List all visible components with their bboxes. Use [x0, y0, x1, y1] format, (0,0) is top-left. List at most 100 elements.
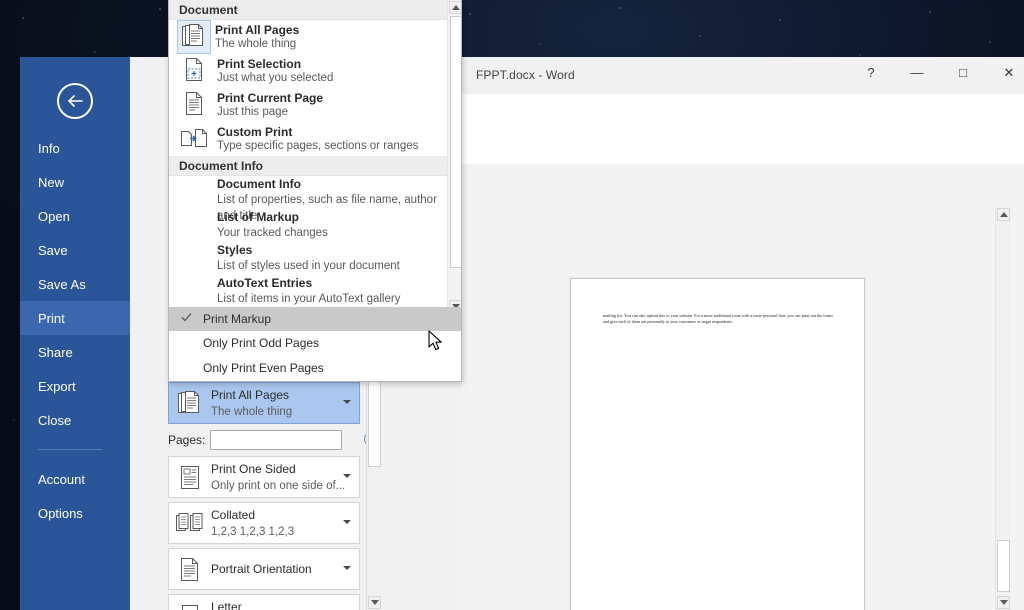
chevron-down-icon[interactable]: [343, 400, 351, 404]
dropdown-item-title: Custom Print: [217, 125, 293, 139]
print-sides-title: Print One Sided: [211, 462, 296, 476]
dropdown-toggle-label: Only Print Odd Pages: [203, 336, 320, 350]
print-all-pages-icon: [175, 388, 205, 420]
one-sided-icon: [175, 462, 205, 494]
dropdown-group-header-document: Document: [169, 0, 447, 20]
sidebar-item-new[interactable]: New: [20, 165, 130, 199]
dropdown-item-subtitle: Just what you selected: [217, 72, 334, 84]
preview-scroll-down-button[interactable]: [997, 596, 1010, 609]
maximize-button[interactable]: □: [940, 57, 986, 88]
close-button[interactable]: ✕: [986, 57, 1024, 88]
setting-orientation[interactable]: Portrait Orientation: [168, 548, 360, 590]
dropdown-item-title: Print Current Page: [217, 91, 324, 105]
collated-icon: [175, 508, 205, 540]
pages-field-row: Pages: i: [168, 428, 378, 452]
print-all-pages-icon: [177, 20, 211, 54]
preview-scrollbar[interactable]: [995, 207, 1010, 610]
preview-page-text: mailing list. You can also upload this t…: [603, 313, 833, 324]
dropdown-scrollbar[interactable]: [447, 0, 461, 314]
dropdown-item-subtitle: List of styles used in your document: [217, 260, 400, 272]
print-selection-icon: [177, 55, 213, 87]
dropdown-item-print-all-pages[interactable]: Print All Pages The whole thing: [169, 20, 447, 54]
chevron-down-icon[interactable]: [343, 474, 351, 478]
dropdown-scroll-up-button[interactable]: [449, 1, 461, 14]
sidebar-item-info[interactable]: Info: [20, 131, 130, 165]
help-button[interactable]: ?: [848, 57, 894, 88]
setting-print-sides[interactable]: Print One Sided Only print on one side o…: [168, 456, 360, 498]
print-range-title: Print All Pages: [211, 388, 290, 402]
minimize-button[interactable]: —: [894, 57, 940, 88]
chevron-down-icon: [999, 600, 1008, 605]
print-current-page-icon: [177, 89, 213, 121]
preview-scroll-thumb[interactable]: [997, 540, 1010, 592]
dropdown-item-document-info[interactable]: Document Info List of properties, such a…: [169, 176, 447, 222]
preview-page-sheet: mailing list. You can also upload this t…: [570, 278, 865, 610]
dropdown-toggle-label: Print Markup: [203, 312, 272, 326]
orientation-title: Portrait Orientation: [211, 562, 312, 576]
sidebar-item-save-as[interactable]: Save As: [20, 267, 130, 301]
chevron-up-icon: [451, 5, 460, 10]
setting-collation[interactable]: Collated 1,2,3 1,2,3 1,2,3: [168, 502, 360, 544]
dropdown-toggle-even-pages[interactable]: Only Print Even Pages: [169, 355, 461, 381]
backstage-navigation: Info New Open Save Save As Print Share E…: [20, 57, 130, 610]
sidebar-item-export[interactable]: Export: [20, 369, 130, 403]
backstage-body: mailing list. You can also upload this t…: [462, 94, 1024, 610]
print-settings-column: Print All Pages The whole thing Pages: i: [168, 382, 378, 610]
dropdown-item-title: AutoText Entries: [217, 276, 313, 290]
dropdown-item-subtitle: Just this page: [217, 106, 288, 118]
dropdown-toggle-odd-pages[interactable]: Only Print Odd Pages: [169, 331, 461, 355]
dropdown-item-autotext-entries[interactable]: AutoText Entries List of items in your A…: [169, 275, 447, 308]
collation-subtitle: 1,2,3 1,2,3 1,2,3: [211, 526, 295, 538]
dropdown-item-print-selection[interactable]: Print Selection Just what you selected: [169, 54, 447, 88]
dropdown-item-subtitle: Your tracked changes: [217, 227, 328, 239]
setting-paper-size[interactable]: Letter 8.5" x 11": [168, 594, 360, 610]
dropdown-item-styles[interactable]: Styles List of styles used in your docum…: [169, 242, 447, 275]
checkmark-icon: [181, 313, 192, 322]
dropdown-group-header-document-info: Document Info: [169, 156, 447, 176]
dropdown-item-title: Document Info: [217, 177, 301, 191]
sidebar-item-share[interactable]: Share: [20, 335, 130, 369]
chevron-down-icon[interactable]: [343, 520, 351, 524]
dropdown-item-subtitle: The whole thing: [215, 38, 297, 50]
dropdown-item-title: Print All Pages: [215, 23, 300, 37]
dropdown-item-title: List of Markup: [217, 210, 300, 224]
dropdown-item-custom-print[interactable]: Custom Print Type specific pages, sectio…: [169, 122, 447, 156]
chevron-down-icon[interactable]: [343, 566, 351, 570]
sidebar-item-close[interactable]: Close: [20, 403, 130, 437]
print-range-dropdown-menu: Document Print All Pages The whole thing…: [168, 0, 462, 382]
paper-size-icon: [175, 600, 205, 610]
chevron-up-icon: [999, 212, 1008, 217]
dropdown-toggle-group: Print Markup Only Print Odd Pages Only P…: [169, 307, 461, 381]
dropdown-item-list-of-markup[interactable]: List of Markup Your tracked changes: [169, 209, 447, 242]
custom-print-icon: [177, 123, 213, 155]
back-arrow-icon: [68, 95, 83, 107]
dropdown-scroll-thumb[interactable]: [450, 16, 461, 268]
back-button[interactable]: [57, 83, 93, 119]
dropdown-toggle-print-markup[interactable]: Print Markup: [169, 307, 461, 331]
chevron-down-icon: [370, 600, 379, 605]
pane-scroll-down-button[interactable]: [368, 596, 381, 609]
sidebar-item-save[interactable]: Save: [20, 233, 130, 267]
dropdown-item-title: Styles: [217, 243, 253, 257]
pages-input[interactable]: [210, 430, 342, 450]
sidebar-item-options[interactable]: Options: [20, 496, 130, 530]
collation-title: Collated: [211, 508, 256, 522]
dropdown-item-print-current-page[interactable]: Print Current Page Just this page: [169, 88, 447, 122]
dropdown-item-subtitle: List of items in your AutoText gallery: [217, 293, 401, 305]
sidebar-divider: [38, 449, 102, 450]
dropdown-item-title: Print Selection: [217, 57, 302, 71]
setting-print-range[interactable]: Print All Pages The whole thing: [168, 382, 360, 424]
dropdown-toggle-label: Only Print Even Pages: [203, 361, 324, 375]
window-title: FPPT.docx - Word: [476, 68, 575, 82]
preview-scroll-up-button[interactable]: [997, 208, 1010, 221]
paper-size-title: Letter: [211, 600, 242, 610]
print-preview-area: mailing list. You can also upload this t…: [462, 164, 1024, 610]
sidebar-item-open[interactable]: Open: [20, 199, 130, 233]
portrait-orientation-icon: [175, 554, 205, 586]
sidebar-item-account[interactable]: Account: [20, 462, 130, 496]
print-sides-subtitle: Only print on one side of...: [211, 480, 346, 492]
sidebar-item-print[interactable]: Print: [20, 301, 130, 335]
pages-label: Pages:: [168, 433, 206, 447]
dropdown-item-subtitle: Type specific pages, sections or ranges: [217, 140, 419, 152]
title-bar: FPPT.docx - Word ? — □ ✕ Farshad Iqbal: [462, 57, 1024, 112]
